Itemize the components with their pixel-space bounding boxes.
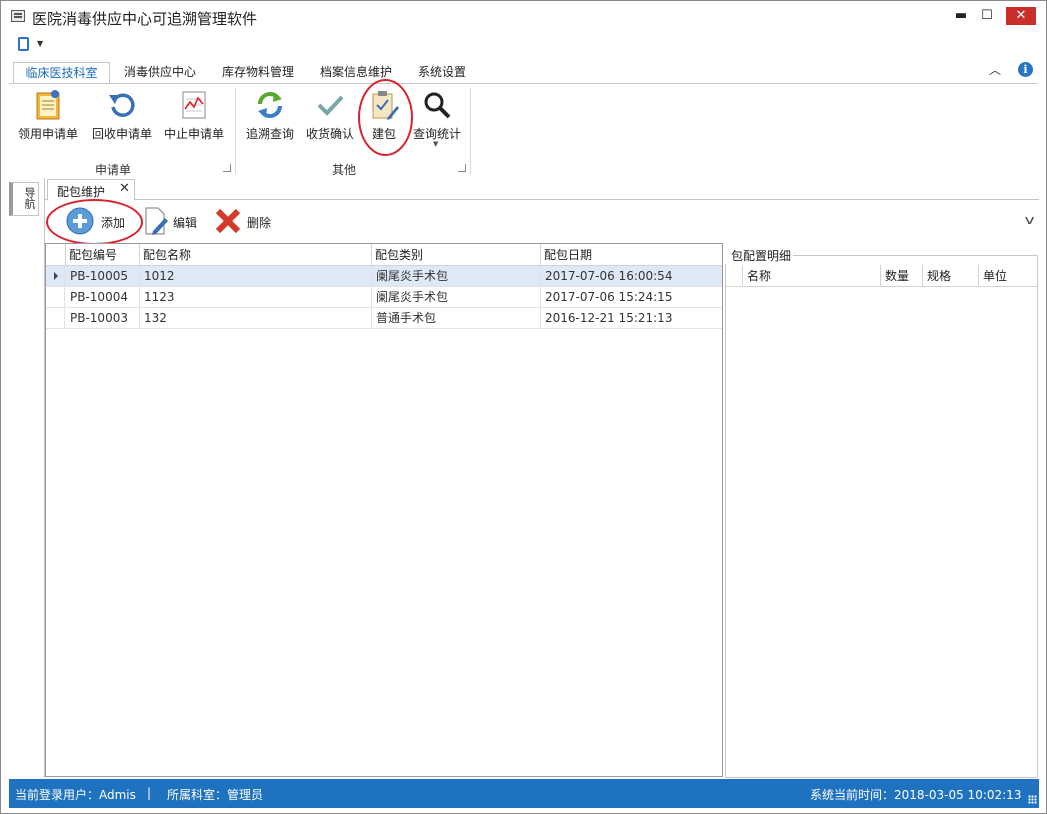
- ribbon-tab-bar: 临床医技科室 消毒供应中心 库存物料管理 档案信息维护 系统设置: [1, 57, 1046, 84]
- row-indicator: [46, 287, 65, 308]
- table-row[interactable]: PB-10004 1123 阑尾炎手术包 2017-07-06 15:24:15: [46, 287, 722, 308]
- edit-icon: [145, 207, 168, 235]
- cell-id[interactable]: PB-10004: [66, 287, 140, 308]
- cell-category[interactable]: 阑尾炎手术包: [372, 287, 541, 308]
- delete-button[interactable]: 删除: [213, 206, 277, 236]
- group-label-requests: 申请单: [95, 163, 132, 177]
- column-header-name[interactable]: 配包名称: [140, 244, 372, 266]
- refresh-icon: [258, 92, 282, 118]
- ribbon-panel: 领用申请单 回收申请单 中止申请单 申请单 追溯查询 收货确认 建包 查询统计 …: [9, 83, 1038, 177]
- status-department: 所属科室：管理员: [167, 788, 264, 802]
- status-separator: |: [147, 786, 152, 800]
- cell-name[interactable]: 1123: [140, 287, 372, 308]
- side-nav-tab[interactable]: 导航: [9, 182, 39, 216]
- cell-id[interactable]: PB-10003: [66, 308, 140, 329]
- cell-id[interactable]: PB-10005: [66, 266, 140, 287]
- close-icon[interactable]: ✕: [119, 181, 130, 196]
- dropdown-arrow-icon[interactable]: ▼: [37, 39, 43, 48]
- cell-name[interactable]: 1012: [140, 266, 372, 287]
- trace-query-button[interactable]: 追溯查询: [243, 84, 297, 160]
- clipboard-icon: [36, 90, 60, 120]
- app-window: 医院消毒供应中心可追溯管理软件 ▬ ☐ ✕ ▼ 临床医技科室 消毒供应中心 库存…: [0, 0, 1047, 814]
- column-header-date[interactable]: 配包日期: [541, 244, 722, 266]
- stop-request-button[interactable]: 中止申请单: [161, 84, 227, 160]
- row-indicator: [46, 266, 65, 287]
- query-stats-button[interactable]: 查询统计 ▼: [409, 84, 465, 160]
- tab-label: 配包维护: [57, 185, 106, 199]
- group-launcher-icon[interactable]: [223, 164, 231, 172]
- receipt-confirm-label: 收货确认: [305, 127, 354, 141]
- package-grid: 配包编号 配包名称 配包类别 配包日期 PB-10005 1012 阑尾炎手术包…: [45, 243, 723, 777]
- recycle-request-button[interactable]: 回收申请单: [89, 84, 155, 160]
- tab-package-maintenance[interactable]: 配包维护 ✕: [47, 179, 135, 201]
- row-indicator: [46, 308, 65, 329]
- side-panel: 导航: [9, 178, 45, 778]
- table-row[interactable]: PB-10003 132 普通手术包 2016-12-21 15:21:13: [46, 308, 722, 329]
- minimize-button[interactable]: ▬: [947, 6, 975, 26]
- delete-icon: [215, 208, 241, 234]
- resize-grip-icon[interactable]: [1028, 795, 1037, 804]
- dropdown-arrow-icon: ▼: [433, 140, 439, 148]
- detail-grid-header: 名称 数量 规格 单位: [726, 265, 1037, 287]
- title-bar: 医院消毒供应中心可追溯管理软件 ▬ ☐ ✕: [1, 1, 1046, 33]
- group-separator: [470, 88, 471, 174]
- delete-label: 删除: [247, 216, 272, 230]
- detail-column-quantity[interactable]: 数量: [880, 265, 922, 287]
- group-label-other: 其他: [332, 163, 357, 177]
- edit-button[interactable]: 编辑: [143, 206, 205, 236]
- side-nav-label: 导航: [23, 187, 36, 209]
- request-form-label: 领用申请单: [17, 127, 78, 141]
- cell-category[interactable]: 普通手术包: [372, 308, 541, 329]
- grid-toolbar: 添加 编辑 删除: [45, 201, 1039, 243]
- detail-column-unit[interactable]: 单位: [978, 265, 1037, 287]
- status-time: 系统当前时间：2018-03-05 10:02:13: [810, 788, 1022, 802]
- grid-header: 配包编号 配包名称 配包类别 配包日期: [46, 244, 722, 266]
- table-row[interactable]: PB-10005 1012 阑尾炎手术包 2017-07-06 16:00:54: [46, 266, 722, 287]
- request-form-button[interactable]: 领用申请单: [15, 84, 81, 160]
- close-button[interactable]: ✕: [1006, 7, 1036, 25]
- receipt-confirm-button[interactable]: 收货确认: [303, 84, 357, 160]
- tab-clinical[interactable]: 临床医技科室: [13, 62, 110, 84]
- status-bar: 当前登录用户：Admis | 所属科室：管理员 系统当前时间：2018-03-0…: [9, 779, 1039, 808]
- document-tab-bar: 配包维护 ✕: [45, 178, 1039, 201]
- detail-column-spec[interactable]: 规格: [922, 265, 978, 287]
- stop-request-label: 中止申请单: [163, 127, 224, 141]
- tab-sterile-supply[interactable]: 消毒供应中心: [116, 62, 204, 84]
- group-launcher-icon[interactable]: [458, 164, 466, 172]
- highlight-circle: [358, 79, 413, 156]
- window-title: 医院消毒供应中心可追溯管理软件: [32, 10, 258, 28]
- column-header-id[interactable]: 配包编号: [66, 244, 140, 266]
- package-detail-panel: 名称 数量 规格 单位: [725, 255, 1038, 778]
- chart-icon: [182, 91, 206, 119]
- recycle-request-label: 回收申请单: [91, 127, 152, 141]
- cell-date[interactable]: 2017-07-06 15:24:15: [541, 287, 722, 308]
- office-icon[interactable]: [18, 37, 29, 51]
- detail-column-name[interactable]: 名称: [742, 265, 880, 287]
- status-user: 当前登录用户：Admis: [15, 788, 136, 802]
- undo-icon: [109, 93, 135, 117]
- search-icon: [424, 92, 451, 119]
- column-header-category[interactable]: 配包类别: [372, 244, 541, 266]
- tab-system-settings[interactable]: 系统设置: [411, 62, 473, 84]
- group-separator: [235, 88, 236, 174]
- current-row-icon: [54, 272, 58, 280]
- tab-inventory[interactable]: 库存物料管理: [214, 62, 302, 84]
- quick-access-toolbar: ▼: [1, 33, 1046, 57]
- cell-category[interactable]: 阑尾炎手术包: [372, 266, 541, 287]
- row-indicator-header: [46, 244, 66, 266]
- cell-date[interactable]: 2017-07-06 16:00:54: [541, 266, 722, 287]
- app-icon: [11, 10, 25, 22]
- trace-query-label: 追溯查询: [245, 127, 294, 141]
- checkmark-icon: [317, 95, 344, 116]
- cell-date[interactable]: 2016-12-21 15:21:13: [541, 308, 722, 329]
- edit-label: 编辑: [173, 216, 198, 230]
- chevron-down-icon[interactable]: v: [1025, 213, 1035, 227]
- maximize-button[interactable]: ☐: [973, 6, 1001, 26]
- cell-name[interactable]: 132: [140, 308, 372, 329]
- highlight-circle: [46, 199, 143, 245]
- collapse-ribbon-icon[interactable]: ︿: [989, 61, 1001, 78]
- info-icon[interactable]: i: [1018, 62, 1033, 77]
- detail-panel-title: 包配置明细: [725, 247, 794, 264]
